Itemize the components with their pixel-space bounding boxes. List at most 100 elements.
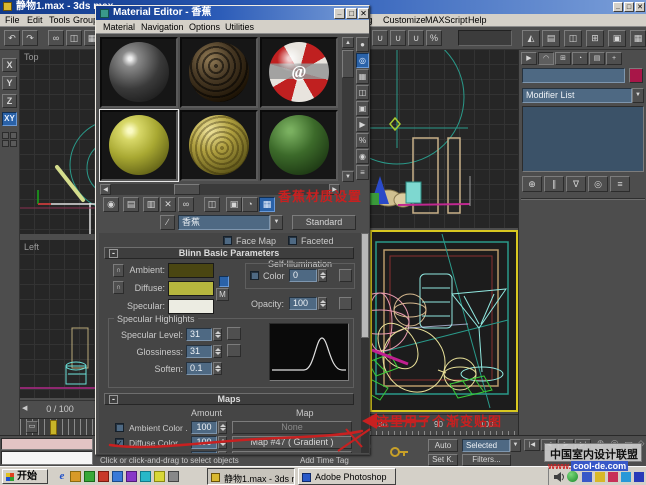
- face-map-checkbox[interactable]: [223, 236, 232, 245]
- video-color-check-icon[interactable]: ▣: [356, 101, 369, 116]
- time-slider[interactable]: ◀ 0 / 100: [20, 400, 95, 416]
- put-to-library-icon[interactable]: ▤: [123, 197, 139, 212]
- self-illum-value-field[interactable]: 0: [289, 269, 317, 282]
- specular-amount-field[interactable]: 100: [191, 451, 217, 453]
- viewport-camera[interactable]: [370, 230, 518, 412]
- specular-level-field[interactable]: 31: [186, 328, 212, 341]
- glossiness-map-button[interactable]: [227, 344, 241, 357]
- sample-slot-2[interactable]: [180, 37, 258, 108]
- faceted-checkbox[interactable]: [288, 236, 297, 245]
- me-restore-button[interactable]: □: [346, 8, 357, 19]
- show-map-in-viewport-icon[interactable]: ▦: [259, 197, 275, 212]
- percent-snap-icon[interactable]: ∪: [408, 30, 424, 46]
- auto-key-button[interactable]: Auto: [428, 439, 458, 452]
- sample-slot-3[interactable]: @: [260, 37, 338, 108]
- self-illum-spinner[interactable]: [318, 269, 327, 282]
- time-slider-left-arrow[interactable]: ◀: [22, 404, 27, 412]
- snap-toggle-icon[interactable]: ∪: [372, 30, 388, 46]
- sample-slot-1[interactable]: [100, 37, 178, 108]
- pick-material-eyedropper-icon[interactable]: ∕: [160, 215, 175, 230]
- tray-icon[interactable]: [621, 472, 631, 482]
- opacity-value-field[interactable]: 100: [289, 297, 317, 310]
- specular-color-swatch[interactable]: [168, 299, 214, 314]
- sample-type-icon[interactable]: ●: [356, 37, 369, 52]
- object-color-swatch[interactable]: [629, 68, 643, 83]
- lock-maps-icon[interactable]: [219, 276, 229, 287]
- snap-grid-icon[interactable]: [10, 132, 17, 139]
- tab-hierarchy[interactable]: ⊞: [555, 52, 571, 65]
- self-illum-color-checkbox[interactable]: [250, 271, 259, 280]
- opacity-map-button[interactable]: [339, 297, 352, 310]
- layer-manager-icon[interactable]: ◫: [564, 30, 582, 47]
- spinner-snap-icon[interactable]: %: [426, 30, 442, 46]
- quicklaunch-icon[interactable]: [84, 471, 95, 482]
- pin-stack-icon[interactable]: ⊕: [522, 176, 542, 192]
- background-icon[interactable]: ▦: [356, 69, 369, 84]
- glossiness-field[interactable]: 31: [186, 345, 212, 358]
- slots-hscroll-thumb[interactable]: [174, 184, 200, 195]
- axis-y-button[interactable]: Y: [2, 76, 17, 90]
- tray-icon[interactable]: [582, 472, 592, 482]
- me-menu-material[interactable]: Material: [98, 21, 140, 33]
- modifier-list-arrow-icon[interactable]: ▼: [632, 88, 644, 103]
- modifier-list-dropdown[interactable]: Modifier List: [522, 88, 632, 103]
- select-by-material-icon[interactable]: ◉: [356, 149, 369, 164]
- show-end-result-icon[interactable]: ∥: [544, 176, 564, 192]
- maxscript-mini-listener-white[interactable]: [1, 451, 93, 465]
- specular-level-spinner[interactable]: [213, 328, 222, 341]
- menu-file[interactable]: File: [0, 14, 25, 26]
- ambient-color-swatch[interactable]: [168, 263, 214, 278]
- tab-utilities[interactable]: +: [606, 52, 622, 65]
- me-menu-options[interactable]: Options: [184, 21, 225, 33]
- slots-scroll-left-icon[interactable]: ◀: [100, 184, 111, 195]
- curve-editor-icon[interactable]: ⊞: [586, 30, 604, 47]
- track-bar[interactable]: ▭: [20, 418, 95, 435]
- options-icon[interactable]: %: [356, 133, 369, 148]
- network-globe-icon[interactable]: [567, 471, 578, 482]
- set-key-button[interactable]: Set K.: [428, 454, 458, 466]
- viewport-top[interactable]: Top: [20, 50, 95, 234]
- unlink-icon[interactable]: ◫: [66, 30, 82, 46]
- selection-filter-arrow-icon[interactable]: ▼: [510, 439, 521, 452]
- slots-scroll-thumb[interactable]: [342, 50, 354, 78]
- self-illum-map-button[interactable]: [339, 269, 352, 282]
- material-map-navigator-icon[interactable]: ≡: [356, 165, 369, 180]
- assign-to-selection-icon[interactable]: ▥: [143, 197, 159, 212]
- diffuse-amount-field[interactable]: 100: [191, 436, 217, 449]
- diffuse-map-shortcut-button[interactable]: M: [216, 288, 229, 301]
- blinn-rollout-header[interactable]: - Blinn Basic Parameters: [104, 247, 354, 259]
- material-name-arrow-icon[interactable]: ▼: [270, 215, 283, 230]
- taskbar-button-photoshop[interactable]: Adobe Photoshop: [298, 468, 396, 485]
- quicklaunch-icon[interactable]: [98, 471, 109, 482]
- tab-motion[interactable]: ◔: [572, 52, 588, 65]
- me-menu-navigation[interactable]: Navigation: [136, 21, 189, 33]
- diffuse-amount-spinner[interactable]: [218, 436, 227, 449]
- main-close-button[interactable]: ✕: [635, 2, 645, 12]
- slots-scroll-right-icon[interactable]: ▶: [329, 184, 340, 195]
- diffuse-map-button[interactable]: Map #47 ( Gradient ): [232, 436, 352, 449]
- ie-quicklaunch-icon[interactable]: e: [56, 470, 68, 482]
- glossiness-spinner[interactable]: [213, 345, 222, 358]
- make-unique-icon[interactable]: ∇: [566, 176, 586, 192]
- key-filters-button[interactable]: Filters...: [462, 454, 511, 466]
- axis-x-button[interactable]: X: [2, 58, 17, 72]
- main-minimize-button[interactable]: _: [613, 2, 623, 12]
- selection-filter-dropdown[interactable]: Selected: [462, 439, 510, 452]
- reset-map-icon[interactable]: ✕: [160, 197, 176, 212]
- slots-scroll-down-icon[interactable]: ▼: [342, 171, 354, 182]
- make-unique-material-icon[interactable]: ∞: [178, 197, 194, 212]
- me-close-button[interactable]: ✕: [358, 8, 369, 19]
- quicklaunch-icon[interactable]: [154, 471, 165, 482]
- axis-z-button[interactable]: Z: [2, 94, 17, 108]
- volume-icon[interactable]: [553, 471, 565, 483]
- ambient-map-checkbox[interactable]: [115, 423, 124, 432]
- named-selection-dropdown[interactable]: [458, 30, 512, 46]
- tray-icon[interactable]: [608, 472, 618, 482]
- make-preview-icon[interactable]: ▶: [356, 117, 369, 132]
- soften-spinner[interactable]: [213, 362, 222, 375]
- mirror-icon[interactable]: ◭: [522, 30, 540, 47]
- ambient-amount-spinner[interactable]: [218, 421, 227, 434]
- sample-slot-5[interactable]: [180, 110, 258, 181]
- slots-hscrollbar[interactable]: [111, 184, 329, 195]
- schematic-view-icon[interactable]: ▣: [608, 30, 626, 47]
